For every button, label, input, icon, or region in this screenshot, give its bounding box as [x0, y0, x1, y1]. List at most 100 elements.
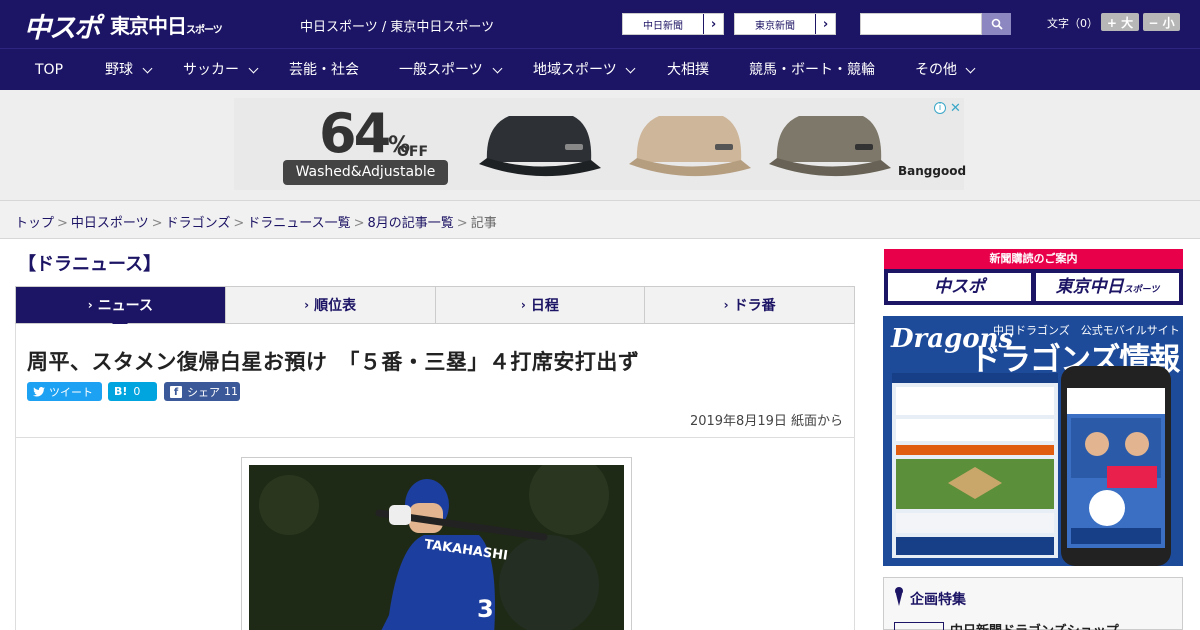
hatena-icon: B!: [114, 385, 128, 398]
chevron-right-icon: ›: [723, 298, 729, 312]
nav-item-label: サッカー: [183, 62, 239, 78]
dragons-mobile-banner[interactable]: Dragons 中日ドラゴンズ 公式モバイルサイト ドラゴンズ情報: [883, 316, 1183, 566]
cap-image-khaki: [629, 116, 751, 177]
facebook-share-count: 11: [224, 385, 238, 398]
chevron-right-icon: ›: [815, 14, 835, 34]
tweet-label: ツイート: [49, 385, 93, 399]
ad-brand-logo: Banggood: [898, 164, 967, 178]
nav-item-label: 一般スポーツ: [399, 62, 483, 78]
breadcrumb-link-august[interactable]: 8月の記事一覧: [368, 216, 454, 231]
tokyo-chunichi-logo-text: 東京中日: [110, 14, 187, 38]
breadcrumb-separator: >: [233, 216, 245, 231]
facebook-share-label: シェア: [187, 385, 220, 399]
feature-title: 企画特集: [910, 592, 966, 608]
scoreboard-graphic: [892, 373, 1058, 555]
jersey-number: 3: [477, 595, 494, 623]
nav-item-entertainment[interactable]: 芸能・社会: [289, 49, 359, 91]
article: 周平、スタメン復帰白星お預け 「５番・三塁」４打席安打出ず ツイート B! 0 …: [15, 324, 855, 630]
nav-item-label: 大相撲: [667, 62, 709, 78]
nav-item-sumo[interactable]: 大相撲: [667, 49, 709, 91]
tab-label: ニュース: [97, 298, 153, 314]
nav-item-label: 競馬・ボート・競輪: [749, 62, 875, 78]
tokyo-shimbun-link[interactable]: 東京新聞 ›: [734, 13, 836, 35]
chevron-down-icon: [248, 63, 259, 74]
search-icon: [991, 18, 1003, 30]
ad-tagline: Washed&Adjustable: [283, 160, 448, 185]
smartphone-screen: [1067, 388, 1165, 548]
ad-off: OFF: [397, 144, 429, 160]
nav-item-label: その他: [915, 62, 957, 78]
tab-label: 順位表: [314, 298, 357, 314]
breadcrumb-separator: >: [456, 216, 468, 231]
search-button[interactable]: [982, 13, 1011, 35]
subscribe-tokyo-chunichi-suffix: スポーツ: [1123, 285, 1160, 295]
tab-label: 日程: [530, 298, 559, 314]
ad-close-icon[interactable]: ✕: [950, 101, 961, 116]
nav-item-label: TOP: [35, 62, 64, 78]
main-nav: TOP 野球 サッカー 芸能・社会 一般スポーツ 地域スポーツ 大相撲 競馬・ボ…: [0, 48, 1200, 90]
nav-item-other[interactable]: その他: [915, 49, 977, 91]
breadcrumb: トップ > 中日スポーツ > ドラゴンズ > ドラニュース一覧 >8月の記事一覧 > 記事: [15, 212, 497, 231]
tweet-button[interactable]: ツイート: [27, 382, 102, 401]
dragons-scoreboard-screen: [892, 373, 1058, 558]
chevron-right-icon: ›: [304, 298, 310, 312]
ad-banner[interactable]: 64% OFF Washed&Adjustable Banggood i ✕: [234, 98, 967, 190]
font-larger-button[interactable]: + 大: [1101, 13, 1139, 31]
cap-image-black: [479, 116, 601, 177]
tokyo-chunichi-logo-suffix: スポーツ: [186, 25, 223, 36]
chunichi-shimbun-link[interactable]: 中日新聞 ›: [622, 13, 724, 35]
chevron-down-icon: [492, 63, 503, 74]
feature-item-dragons-shop[interactable]: 中日新聞ドラゴンズショップ: [950, 620, 1119, 630]
twitter-icon: [33, 386, 45, 396]
site-header: 中スポ 東京中日スポーツ 中日スポーツ / 東京中日スポーツ 中日新聞 › 東京…: [0, 0, 1200, 48]
breadcrumb-separator: >: [57, 216, 68, 231]
subscribe-tokyo-chunichi-text: 東京中日: [1055, 277, 1124, 297]
ad-info-icon[interactable]: i: [934, 102, 946, 114]
search-input[interactable]: [860, 13, 982, 35]
tab-news[interactable]: › ニュース: [16, 287, 226, 331]
nav-item-label: 野球: [105, 62, 133, 78]
hatena-bookmark-button[interactable]: B! 0: [108, 382, 157, 401]
breadcrumb-link-chunichi-sports[interactable]: 中日スポーツ: [71, 216, 149, 231]
breadcrumb-link-top[interactable]: トップ: [15, 216, 54, 231]
nav-item-racing[interactable]: 競馬・ボート・競輪: [749, 49, 875, 91]
subscribe-banner[interactable]: 新聞購読のご案内 中スポ 東京中日スポーツ: [884, 249, 1183, 305]
nav-item-local-sports[interactable]: 地域スポーツ: [533, 49, 637, 91]
tab-bar: › ニュース › 順位表 › 日程 › ドラ番: [15, 286, 855, 331]
facebook-icon: f: [170, 385, 182, 398]
section-title: 【ドラニュース】: [18, 254, 162, 275]
site-names[interactable]: 中日スポーツ / 東京中日スポーツ: [300, 16, 494, 35]
font-smaller-button[interactable]: − 小: [1143, 13, 1180, 31]
ad-discount-number: 64: [319, 102, 391, 165]
nav-item-general-sports[interactable]: 一般スポーツ: [399, 49, 505, 91]
article-photo[interactable]: TAKAHASHI 3: [249, 465, 624, 630]
breadcrumb-link-dora-news[interactable]: ドラニュース一覧: [247, 216, 350, 231]
chevron-right-icon: ›: [703, 14, 723, 34]
breadcrumb-current: 記事: [470, 216, 497, 231]
hatena-count: 0: [133, 385, 141, 398]
tokyo-chunichi-logo[interactable]: 東京中日スポーツ: [110, 10, 223, 40]
breadcrumb-separator: >: [151, 216, 163, 231]
cap-image-olive: [769, 116, 891, 177]
breadcrumb-bar: トップ > 中日スポーツ > ドラゴンズ > ドラニュース一覧 >8月の記事一覧 > 記事: [0, 200, 1200, 239]
facebook-share-button[interactable]: f シェア 11: [164, 382, 240, 401]
chevron-right-icon: ›: [520, 298, 526, 312]
nav-item-baseball[interactable]: 野球: [105, 49, 155, 91]
breadcrumb-link-dragons[interactable]: ドラゴンズ: [166, 216, 231, 231]
breadcrumb-separator: >: [353, 216, 365, 231]
phone-screen-graphic: [1067, 388, 1165, 544]
tab-dora-ban[interactable]: › ドラ番: [645, 287, 854, 323]
nav-item-top[interactable]: TOP: [35, 49, 63, 91]
chuspo-logo[interactable]: 中スポ: [24, 6, 101, 44]
feature-thumbnail[interactable]: [894, 622, 944, 630]
article-headline: 周平、スタメン復帰白星お預け 「５番・三塁」４打席安打出ず: [27, 350, 640, 374]
subscribe-header: 新聞購読のご案内: [884, 249, 1183, 269]
subscribe-chuspo-logo[interactable]: 中スポ: [888, 273, 1031, 301]
nav-item-soccer[interactable]: サッカー: [183, 49, 261, 91]
subscribe-tokyo-chunichi-logo[interactable]: 東京中日スポーツ: [1036, 273, 1179, 301]
chunichi-shimbun-label: 中日新聞: [643, 20, 683, 32]
tab-label: ドラ番: [733, 298, 776, 314]
tab-schedule[interactable]: › 日程: [436, 287, 646, 323]
nav-item-label: 地域スポーツ: [533, 62, 617, 78]
tab-standings[interactable]: › 順位表: [226, 287, 436, 323]
